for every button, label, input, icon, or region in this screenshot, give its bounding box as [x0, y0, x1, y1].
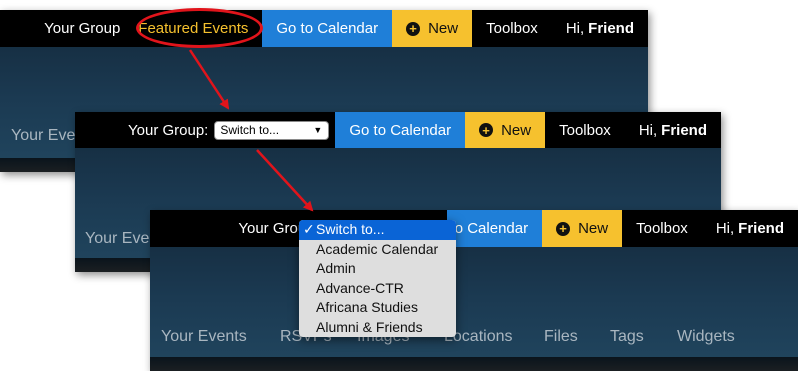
arrow-to-dropdown [256, 149, 314, 212]
annotation-arrows [188, 49, 314, 212]
arrow-to-select [188, 49, 230, 110]
